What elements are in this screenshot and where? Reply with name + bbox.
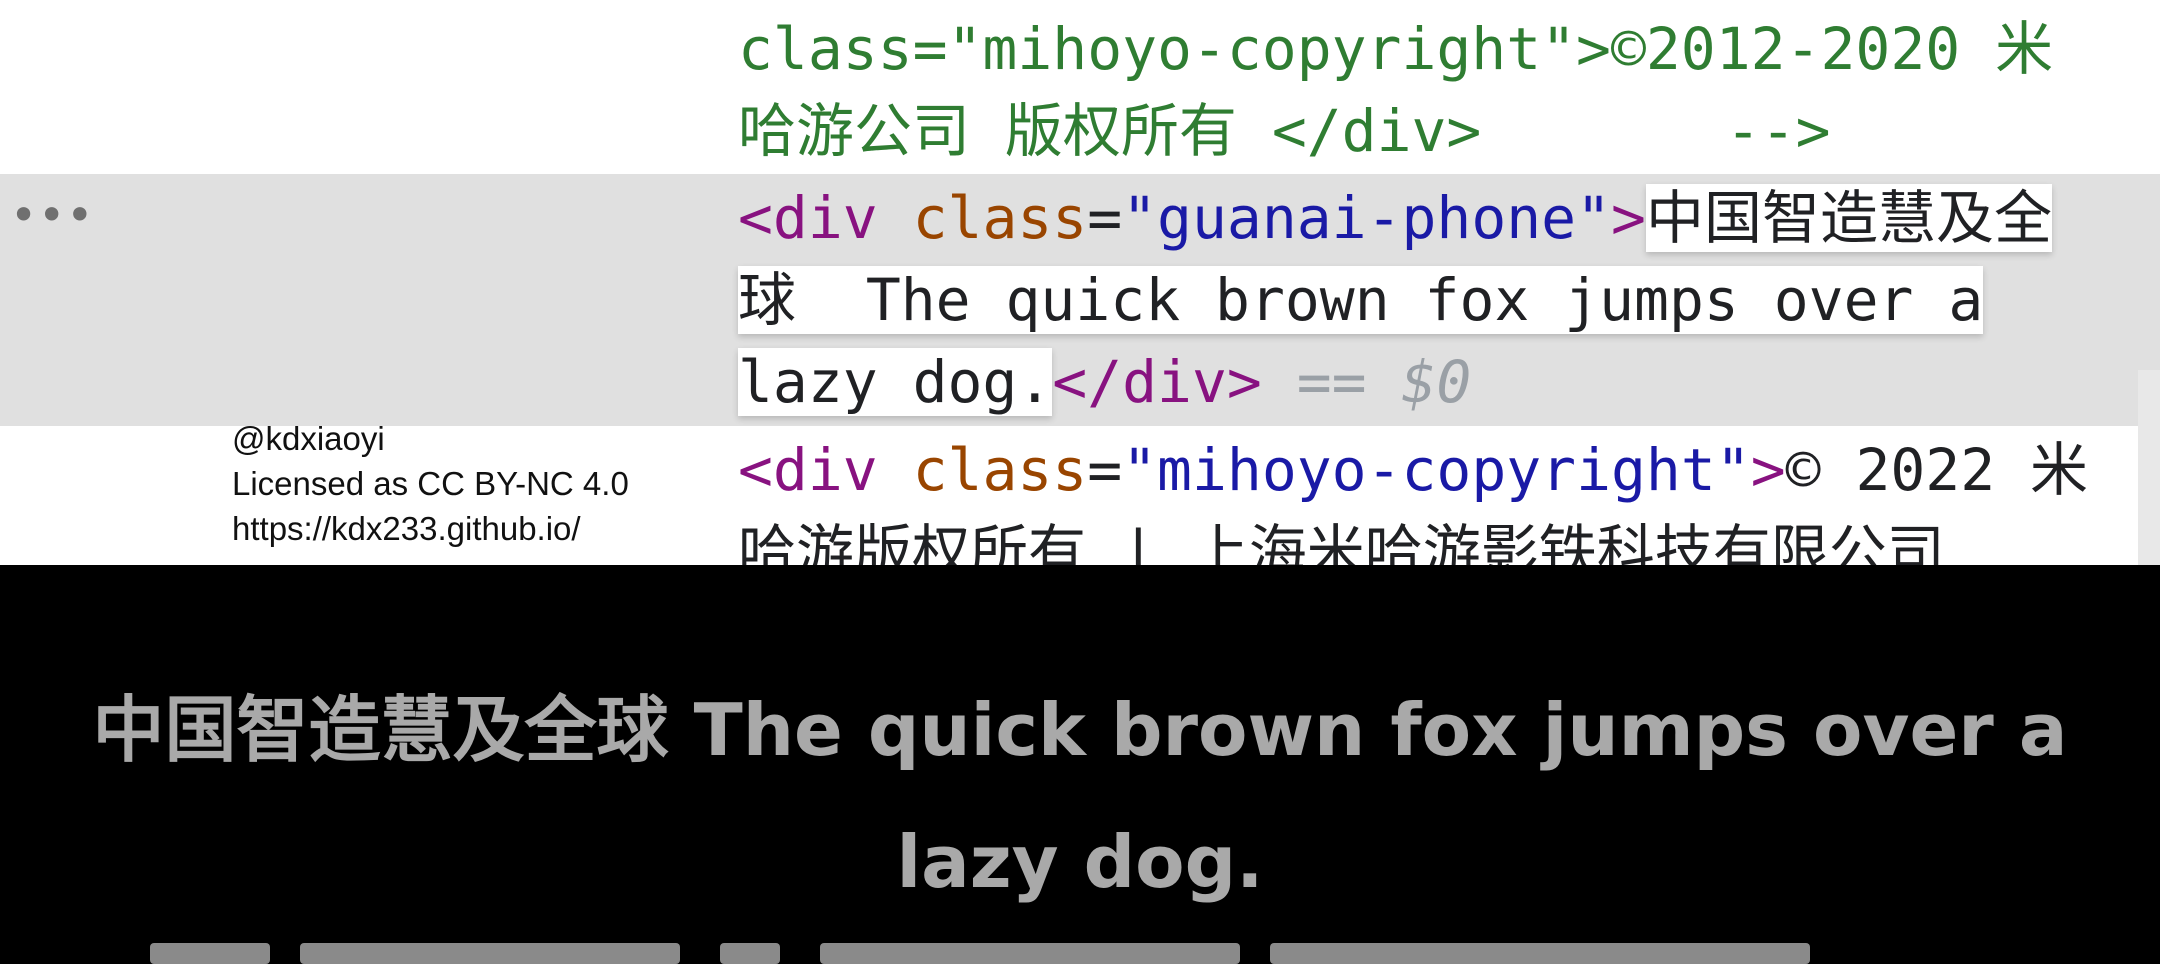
- attribute-value[interactable]: "mihoyo-copyright": [1122, 436, 1751, 504]
- tag-name: div: [772, 184, 878, 252]
- preview-next-line-cut: [0, 943, 2160, 964]
- tag-bracket: <: [738, 184, 773, 252]
- preview-text-line: lazy dog.: [896, 820, 1264, 904]
- attribute-equals: =: [1087, 184, 1123, 252]
- node-text-highlight[interactable]: 中国智造慧及全: [1645, 184, 2052, 252]
- vertical-scrollbar[interactable]: [2138, 370, 2160, 565]
- html-comment-line: class="mihoyo-copyright">©2012-2020 米: [738, 15, 2054, 83]
- rendered-preview-panel: 中国智造慧及全球 The quick brown fox jumps over …: [0, 565, 2160, 964]
- tag-bracket: >: [1750, 436, 1786, 504]
- selected-node-text-line: 球 The quick brown fox jumps over a: [738, 259, 1984, 341]
- next-node-open-tag[interactable]: <div class="mihoyo-copyright">© 2022 米: [738, 429, 2088, 511]
- devtools-elements-panel: ••• class="mihoyo-copyright">©2012-2020 …: [0, 0, 2160, 565]
- more-options-icon[interactable]: •••: [10, 188, 94, 242]
- tag-bracket: <: [738, 436, 773, 504]
- watermark-handle: @kdxiaoyi: [232, 420, 385, 457]
- html-comment-line: 哈游公司 版权所有 </div> -->: [738, 97, 1831, 165]
- watermark-url: https://kdx233.github.io/: [232, 510, 581, 547]
- attribute-value[interactable]: "guanai-phone": [1122, 184, 1611, 252]
- node-text-highlight[interactable]: lazy dog.: [738, 348, 1053, 416]
- selected-node-marker: == $0: [1296, 348, 1472, 416]
- attribute-equals: =: [1087, 436, 1123, 504]
- close-tag: </div>: [1052, 348, 1262, 416]
- watermark-license: Licensed as CC BY-NC 4.0: [232, 465, 629, 502]
- selected-node-open-tag[interactable]: <div class="guanai-phone">中国智造慧及全: [738, 177, 2052, 259]
- attribute-name[interactable]: class: [913, 184, 1088, 252]
- node-text[interactable]: © 2022 米: [1786, 436, 2088, 504]
- selected-node-close-line: lazy dog.</div> == $0: [738, 341, 1471, 423]
- tag-name: div: [772, 436, 878, 504]
- node-text-highlight[interactable]: 球 The quick brown fox jumps over a: [738, 266, 1984, 334]
- next-node-text-line: 哈游版权所有 | 上海米哈游影铁科技有限公司: [738, 518, 1945, 565]
- preview-text-line: 中国智造慧及全球 The quick brown fox jumps over …: [92, 688, 2068, 772]
- attribute-name[interactable]: class: [913, 436, 1088, 504]
- tag-bracket: >: [1611, 184, 1646, 252]
- watermark: @kdxiaoyi Licensed as CC BY-NC 4.0 https…: [232, 416, 629, 551]
